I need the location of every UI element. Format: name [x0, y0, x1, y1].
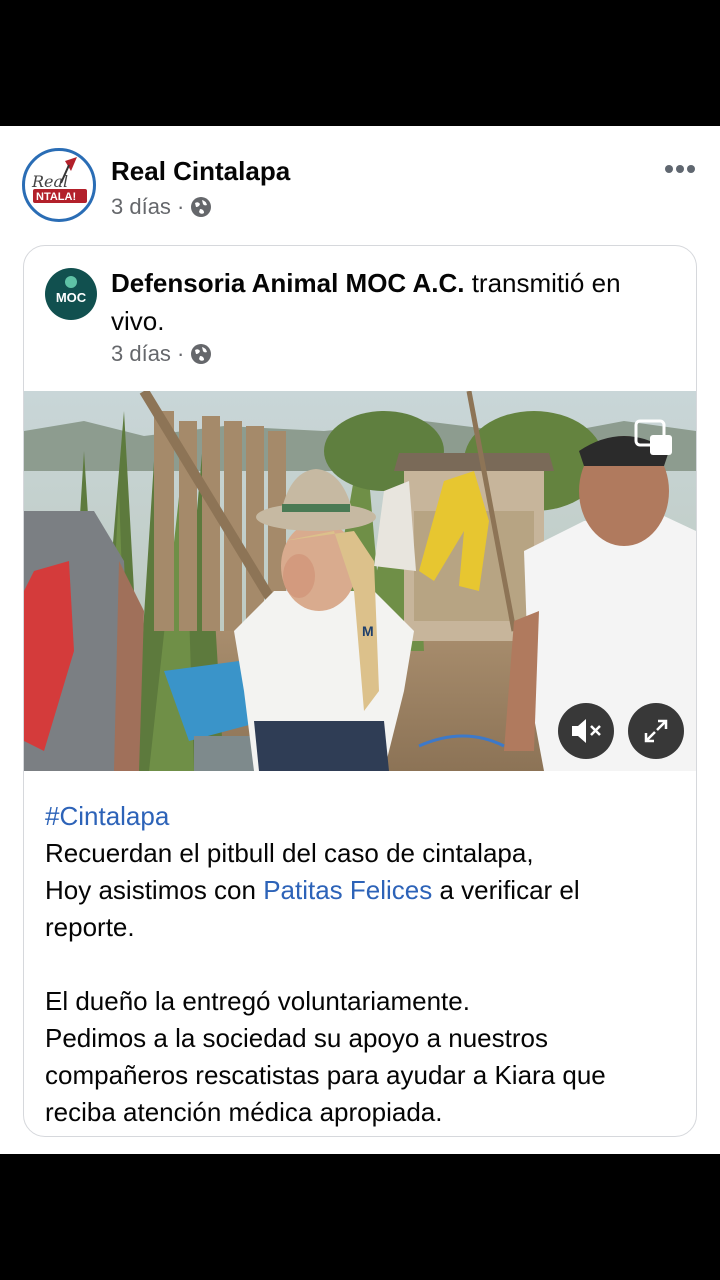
hashtag-link[interactable]: #Cintalapa: [45, 798, 675, 835]
shared-page-name[interactable]: Defensoria Animal MOC A.C.: [111, 268, 464, 298]
text-line-4: Pedimos a la sociedad su apoyo a nuestro…: [45, 1023, 606, 1127]
paw-icon: [65, 276, 77, 288]
shared-time[interactable]: 3 días: [111, 341, 171, 367]
meta-separator: ·: [176, 194, 185, 219]
expand-icon: [644, 719, 668, 743]
more-options-button[interactable]: [664, 150, 696, 180]
shirt-logo: M: [362, 623, 374, 639]
post-meta: 3 días ·: [111, 194, 212, 220]
page-avatar[interactable]: Real NTALA!: [22, 148, 96, 222]
text-line-1: Recuerdan el pitbull del caso de cintala…: [45, 838, 534, 868]
mute-button[interactable]: [558, 703, 614, 759]
svg-text:Real: Real: [31, 172, 68, 191]
patitas-felices-link[interactable]: Patitas Felices: [263, 875, 432, 905]
globe-icon: [191, 197, 212, 217]
svg-text:NTALA!: NTALA!: [36, 191, 76, 203]
moc-avatar[interactable]: MOC: [45, 268, 97, 320]
shared-post[interactable]: MOC Defensoria Animal MOC A.C. transmiti…: [23, 245, 697, 1137]
shared-meta-separator: ·: [176, 341, 185, 366]
fullscreen-button[interactable]: [628, 703, 684, 759]
pip-button[interactable]: [634, 419, 674, 457]
live-video[interactable]: M: [24, 391, 696, 771]
shared-meta: 3 días ·: [111, 341, 212, 367]
shared-header: Defensoria Animal MOC A.C. transmitió en…: [111, 264, 671, 340]
page-name[interactable]: Real Cintalapa: [111, 156, 290, 187]
text-line-3: El dueño la entregó voluntariamente.: [45, 986, 470, 1016]
bottom-letterbox: [0, 1154, 720, 1280]
text-line-2: Hoy asistimos con Patitas Felices a veri…: [45, 872, 675, 946]
more-icon: [665, 165, 695, 173]
mute-icon: [572, 719, 601, 743]
real-cintalapa-logo: Real NTALA!: [31, 157, 87, 203]
post-time[interactable]: 3 días: [111, 194, 171, 220]
text-line-2-before: Hoy asistimos con: [45, 875, 264, 905]
pip-icon: [634, 419, 672, 455]
top-letterbox: [0, 0, 720, 126]
moc-avatar-text: MOC: [55, 290, 87, 305]
globe-icon: [191, 344, 212, 364]
post-text: #Cintalapa Recuerdan el pitbull del caso…: [45, 798, 675, 1131]
